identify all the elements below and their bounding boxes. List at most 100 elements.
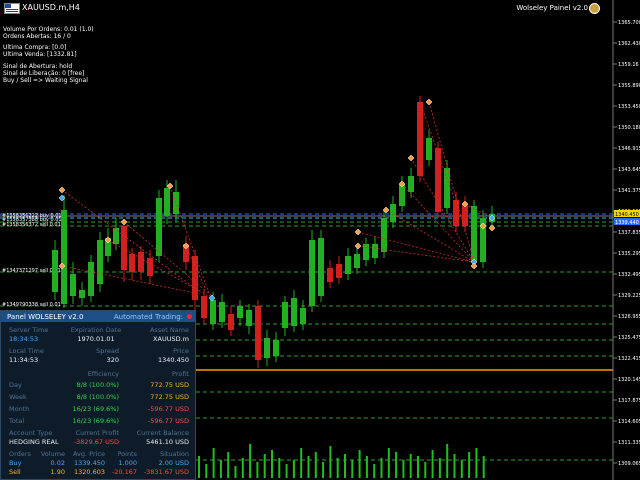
chart-header: XAUUSD.m,H4 Wolseley Painel v2.0 <box>0 0 640 16</box>
price-axis-label: 1341.375 <box>618 188 640 194</box>
price-axis-label: 1326.955 <box>618 314 640 320</box>
stat-day-efficiency: 8/8 (100.0%) <box>76 381 119 389</box>
bull-candle <box>345 256 351 274</box>
bull-candle <box>408 176 414 192</box>
local-time-label: Local Time <box>9 347 44 355</box>
bull-candle <box>273 340 279 356</box>
volume-bar <box>300 448 303 478</box>
trade-marker-icon <box>354 228 362 236</box>
price-axis-label: 1337.835 <box>618 230 640 236</box>
volume-bar <box>417 456 419 478</box>
volume-bar <box>395 452 398 478</box>
price-axis-label: 1332.495 <box>618 272 640 278</box>
volume-bar <box>402 460 405 478</box>
bull-candle <box>219 302 225 322</box>
volume-bar <box>212 448 215 478</box>
sell-row-points: -20.167 <box>111 468 137 476</box>
bull-candle <box>318 238 324 296</box>
server-time-value: 18:34:53 <box>9 335 39 343</box>
info-orders-open: Ordens Abertas: 16 / 0 <box>3 33 71 40</box>
account-type-value: HEDGING REAL <box>9 438 59 446</box>
bear-candle <box>129 254 135 272</box>
price-axis-label: 1311.335 <box>618 440 640 446</box>
volume-bar <box>241 458 244 478</box>
volume-bar <box>453 454 456 478</box>
price-axis-label: 1350.180 <box>618 125 640 131</box>
volume-bar <box>198 456 200 478</box>
volume-bar <box>387 448 390 478</box>
volume-bar <box>329 446 332 478</box>
volume-bar <box>314 452 317 478</box>
info-open-signal: Sinal de Abertura: hold <box>3 63 73 70</box>
bull-candle <box>246 310 252 326</box>
volume-bar <box>234 466 237 478</box>
volume-bar <box>482 456 485 478</box>
price-axis-label: 1355.890 <box>618 83 640 89</box>
wolseley-panel: Panel WOLSELEY v2.0 Automated Trading: S… <box>0 310 196 480</box>
automated-trading-label: Automated Trading: <box>113 313 183 321</box>
order-label: #1347371297 sell 0.01 <box>2 268 61 274</box>
bull-candle <box>156 198 162 256</box>
info-volume: Volume Por Ordens: 0.01 (1.0) <box>3 26 94 33</box>
trade-marker-icon <box>354 242 362 250</box>
chart-window-icon <box>4 3 20 14</box>
volume-bar <box>227 452 230 478</box>
bull-candle <box>237 306 243 318</box>
local-time-value: 11:34:53 <box>9 356 39 364</box>
sell-row-situation: -3831.67 USD <box>143 468 189 476</box>
price-label: Price <box>173 347 189 355</box>
stat-total-efficiency: 16/23 (69.6%) <box>72 417 119 425</box>
buy-row-volume: 0.02 <box>50 459 65 467</box>
current-balance-value: 5461.10 USD <box>146 438 189 446</box>
price-axis-label: 1309.065 <box>618 461 640 467</box>
price-value: 1340.450 <box>157 356 189 364</box>
bear-candle <box>228 314 234 330</box>
expert-smiley-icon[interactable] <box>589 3 600 14</box>
volume-bar <box>219 460 222 478</box>
buy-row-points: 1.000 <box>118 459 137 467</box>
bull-candle <box>426 138 432 160</box>
stat-total-label: Total <box>9 417 25 425</box>
volume-bar <box>409 454 412 478</box>
stat-month-efficiency: 16/23 (69.6%) <box>72 405 119 413</box>
spread-value: 320 <box>106 356 119 364</box>
bull-candle <box>354 254 360 268</box>
stat-month-profit: -596.77 USD <box>147 405 189 413</box>
price-axis-label: 1353.450 <box>618 104 640 110</box>
current-profit-value: -3829.67 USD <box>73 438 119 446</box>
price-axis-label: 1365.700 <box>618 20 640 26</box>
bull-candle <box>264 338 270 358</box>
volume-bar <box>358 450 361 478</box>
volume-bar <box>205 464 208 478</box>
bear-candle <box>327 268 333 282</box>
bull-candle <box>309 240 315 306</box>
order-label: #1349790338 sell 0.01 <box>2 302 61 308</box>
trade-marker-icon <box>120 218 128 226</box>
situation-col-header: Situation <box>159 450 189 458</box>
bid-price-tag-text: 1340.450 <box>615 212 639 218</box>
stat-day-label: Day <box>9 381 22 389</box>
asset-name-value: XAUUSD.m <box>153 335 189 343</box>
asset-name-label: Asset Name <box>149 326 189 334</box>
efficiency-header: Efficiency <box>87 370 119 378</box>
panel-header[interactable]: Panel WOLSELEY v2.0 Automated Trading: <box>1 311 195 322</box>
price-axis-label: 1329.225 <box>618 293 640 299</box>
spread-label: Spread <box>96 347 119 355</box>
volume-bar <box>460 460 463 478</box>
bull-candle <box>79 290 85 298</box>
volume-bar <box>249 444 252 478</box>
volume-bar <box>285 464 288 478</box>
trade-marker-icon <box>58 186 66 194</box>
sell-row-volume: 1.90 <box>50 468 65 476</box>
bull-candle <box>381 218 387 252</box>
bull-candle <box>444 168 450 208</box>
trading-status-icon[interactable] <box>187 314 192 319</box>
bull-candle <box>113 228 119 244</box>
volume-bar <box>344 454 346 478</box>
bull-candle <box>164 188 170 216</box>
volume-bar <box>292 460 295 478</box>
server-time-label: Server Time <box>9 326 49 334</box>
avg-price-col-header: Avg. Price <box>72 450 105 458</box>
bull-candle <box>291 298 297 326</box>
volume-bar <box>336 458 339 478</box>
